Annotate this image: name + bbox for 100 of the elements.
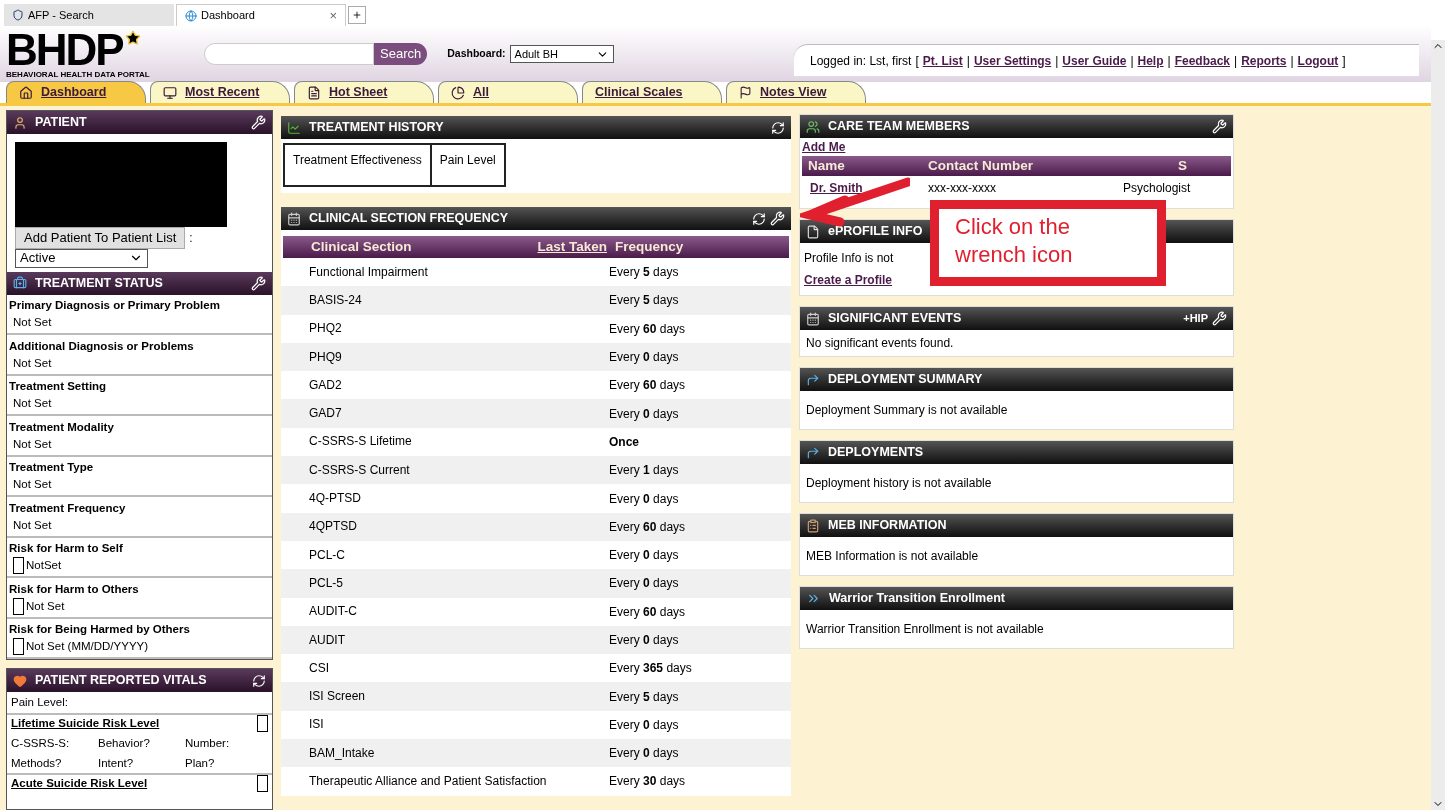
wrench-icon[interactable] — [251, 115, 266, 130]
field-label: Risk for Harm to Self — [9, 541, 124, 557]
table-cell-text: Every 60 days — [609, 377, 686, 395]
create-profile-link[interactable]: Create a Profile — [804, 271, 893, 289]
nav-tab[interactable]: Dashboard — [6, 81, 146, 103]
nav-tab[interactable]: All — [438, 81, 578, 103]
separator: | — [1055, 52, 1059, 70]
panel-title: CARE TEAM MEMBERS — [828, 118, 970, 136]
history-tab[interactable]: Pain Level — [429, 143, 506, 187]
table-cell-text: Every 60 days — [609, 518, 686, 536]
panel-title: TREATMENT HISTORY — [309, 119, 444, 137]
section-link[interactable]: Lifetime Suicide Risk Level — [11, 715, 160, 733]
close-tab-button[interactable]: × — [329, 5, 337, 26]
checkbox[interactable] — [13, 557, 24, 575]
bracket: [ — [915, 52, 919, 70]
home-icon — [19, 85, 33, 100]
nav-tab[interactable]: Hot Sheet — [294, 81, 434, 103]
checkbox[interactable] — [257, 715, 268, 733]
info-text: Deployment history is not available — [806, 476, 992, 490]
shield-icon — [12, 9, 24, 21]
wrench-icon[interactable] — [770, 211, 785, 226]
scrollbar[interactable] — [1431, 40, 1445, 810]
panel-title: DEPLOYMENT SUMMARY — [828, 371, 983, 389]
header-link[interactable]: User Settings — [973, 51, 1052, 70]
refresh-icon[interactable] — [252, 673, 266, 688]
table-cell-text: GAD7 — [309, 405, 343, 423]
member-link[interactable]: Dr. Smith — [810, 179, 928, 197]
browser-tab-title: Dashboard — [201, 8, 255, 24]
history-tab[interactable]: Treatment Effectiveness — [283, 143, 432, 187]
question-label: Number: — [185, 735, 231, 751]
new-tab-button[interactable] — [348, 6, 366, 24]
table-cell-text: AUDIT — [309, 631, 346, 649]
table-cell-text: BASIS-24 — [309, 291, 363, 309]
panel-title: PATIENT REPORTED VITALS — [35, 672, 207, 690]
nav-tab[interactable]: Most Recent — [150, 81, 290, 103]
table-cell-text: Functional Impairment — [309, 263, 429, 281]
header-link[interactable]: Help — [1137, 51, 1164, 70]
panel-title: SIGNIFICANT EVENTS — [828, 310, 962, 328]
field-value: Not Set — [26, 598, 65, 614]
logged-in-text: Logged in: Lst, first — [810, 52, 912, 70]
table-cell-text: Every 0 days — [609, 349, 679, 367]
table-cell-text: PCL-5 — [309, 574, 344, 592]
column-header: Contact Number — [928, 156, 1034, 175]
question-label: Intent? — [98, 755, 135, 771]
field-label: Primary Diagnosis or Primary Problem — [9, 298, 221, 314]
globe-icon — [185, 9, 197, 22]
field-label: Treatment Type — [9, 460, 95, 476]
panel-title: TREATMENT STATUS — [35, 274, 163, 292]
checkbox[interactable] — [13, 597, 24, 615]
table-cell-text: Psychologist — [1123, 180, 1191, 197]
column-header: Frequency — [615, 237, 684, 256]
hip-button[interactable]: +HIP — [1183, 310, 1208, 327]
wrench-icon[interactable] — [1212, 311, 1227, 326]
field-label: Risk for Harm to Others — [9, 581, 140, 597]
callout-box: Click on the wrench icon — [930, 200, 1166, 286]
checkbox[interactable] — [13, 638, 24, 656]
refresh-icon[interactable] — [752, 211, 766, 226]
nav-tab[interactable]: Clinical Scales — [582, 81, 722, 103]
section-link[interactable]: Acute Suicide Risk Level — [11, 774, 148, 792]
status-select[interactable]: Active — [15, 248, 148, 268]
header-link[interactable]: User Guide — [1062, 51, 1127, 70]
separator: | — [966, 52, 970, 70]
wrench-icon[interactable] — [1212, 119, 1227, 134]
colon: : — [189, 229, 193, 247]
table-cell-text: PHQ2 — [309, 320, 343, 338]
table-cell-text: Every 0 days — [609, 405, 679, 423]
dashboard-label: Dashboard: — [447, 46, 506, 62]
browser-tab[interactable]: Dashboard × — [176, 4, 346, 26]
header-link[interactable]: Logout — [1297, 51, 1339, 70]
heart-icon — [13, 673, 27, 688]
add-me-link[interactable]: Add Me — [802, 138, 1231, 156]
wrench-icon[interactable] — [251, 275, 266, 291]
nav-tab[interactable]: Notes View — [726, 81, 866, 103]
table-cell-text: PCL-C — [309, 546, 346, 564]
table-cell-text: Every 5 days — [609, 688, 679, 706]
column-header: S — [1178, 156, 1187, 175]
table-cell-text: ISI Screen — [309, 688, 367, 706]
search-field[interactable] — [204, 43, 374, 65]
bracket: ] — [1342, 52, 1346, 70]
field-value: Not Set (MM/DD/YYYY) — [26, 639, 149, 655]
calendar-icon — [806, 311, 820, 326]
header-link[interactable]: Reports — [1241, 51, 1287, 70]
panel-title: ePROFILE INFO — [828, 223, 923, 241]
add-patient-button[interactable]: Add Patient To Patient List — [15, 227, 186, 249]
header-link[interactable]: Pt. List — [922, 51, 963, 70]
table-cell-text: Every 0 days — [609, 575, 679, 593]
refresh-icon[interactable] — [771, 120, 785, 135]
search-button[interactable]: Search — [374, 43, 428, 65]
checkbox[interactable] — [257, 774, 268, 792]
browser-tab[interactable]: AFP - Search — [4, 4, 174, 26]
question-label: Behavior? — [98, 735, 151, 751]
info-text: Warrior Transition Enrollment is not available — [806, 622, 1044, 636]
table-cell-text: Every 0 days — [609, 745, 679, 763]
header-link[interactable]: Feedback — [1174, 51, 1230, 70]
separator: | — [1234, 52, 1238, 70]
people-icon — [806, 119, 820, 134]
field-label: Treatment Modality — [9, 419, 115, 435]
separator: | — [1130, 52, 1134, 70]
dashboard-select[interactable]: Adult BH — [509, 45, 614, 63]
table-cell-text: Every 30 days — [609, 773, 686, 791]
